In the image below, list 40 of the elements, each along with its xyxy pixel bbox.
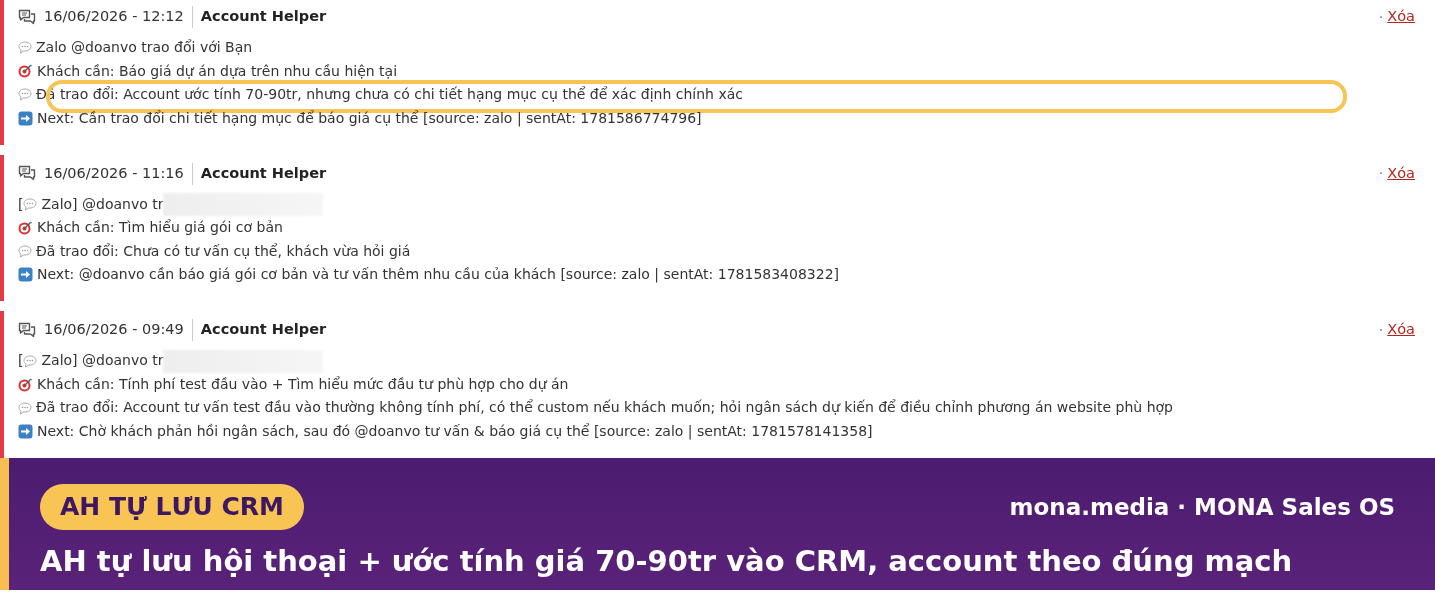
note-line: Đã trao đổi: Account tư vấn test đầu vào thường không tính phí, có thể custom nếu khách muốn; hỏi ngân sách dự kiến để điều chỉnh phương án website phù hợp [36, 398, 1173, 418]
speech-bubble-icon [18, 401, 32, 415]
note-line: Next: Cần trao đổi chi tiết hạng mục để báo giá cụ thể [source: zalo | sentAt: 1781586774796] [37, 108, 702, 129]
author-name: Account Helper [200, 320, 327, 340]
note-line: Zalo @doanvo trao đổi với Bạn [36, 38, 253, 57]
timestamp: 16/06/2026 - 11:16 [44, 163, 184, 183]
bullet-dot: · [1378, 320, 1384, 340]
speech-bubble-icon [23, 354, 38, 368]
comments-icon [18, 321, 36, 339]
delete-link[interactable]: Xóa [1387, 319, 1415, 342]
note-line: Zalo] @doanvo tr [41, 194, 164, 214]
bullet-dot: · [1378, 164, 1384, 184]
brand-text: mona.media · MONA Sales OS [1009, 492, 1395, 522]
note-line: Zalo] @doanvo tr [41, 351, 164, 371]
target-icon [18, 377, 33, 392]
timestamp: 16/06/2026 - 09:49 [44, 320, 184, 340]
speech-bubble-icon [18, 88, 32, 102]
bracket-text: [ [18, 351, 24, 371]
speech-bubble-icon [23, 197, 38, 211]
delete-link[interactable]: Xóa [1387, 162, 1415, 185]
target-icon [18, 64, 33, 79]
comments-icon [18, 165, 36, 183]
note-line: Khách cần: Báo giá dự án dựa trên nhu cầu hiện tại [37, 61, 398, 81]
speech-bubble-icon [18, 41, 32, 55]
note-line: Khách cần: Tìm hiểu giá gói cơ bản [37, 218, 283, 238]
author-name: Account Helper [200, 163, 327, 183]
note-line: Next: Chờ khách phản hồi ngân sách, sau đó @doanvo tư vấn & báo giá cụ thể [source: zalo | sentAt: 1781578141358] [37, 421, 873, 442]
speech-bubble-icon [18, 244, 32, 258]
note-line: Đã trao đổi: Chưa có tư vấn cụ thể, khách vừa hỏi giá [36, 241, 411, 261]
delete-link[interactable]: Xóa [1387, 6, 1415, 28]
headline: AH tự lưu hội thoại + ước tính giá 70-90tr vào CRM, account theo đúng mạch [40, 542, 1294, 580]
target-icon [18, 220, 33, 235]
timestamp: 16/06/2026 - 12:12 [44, 7, 184, 27]
tag-pill: AH TỰ LƯU CRM [40, 484, 304, 530]
bracket-text: [ [18, 194, 24, 214]
bullet-dot: · [1378, 7, 1384, 27]
note-line: Next: @doanvo cần báo giá gói cơ bản và tư vấn thêm nhu cầu của khách [source: zalo | sentAt: 1781583408322] [37, 265, 840, 285]
comments-icon [18, 8, 36, 26]
note-line: Khách cần: Tính phí test đầu vào + Tìm hiểu mức đầu tư phù hợp cho dự án [37, 374, 569, 394]
author-name: Account Helper [200, 7, 327, 27]
